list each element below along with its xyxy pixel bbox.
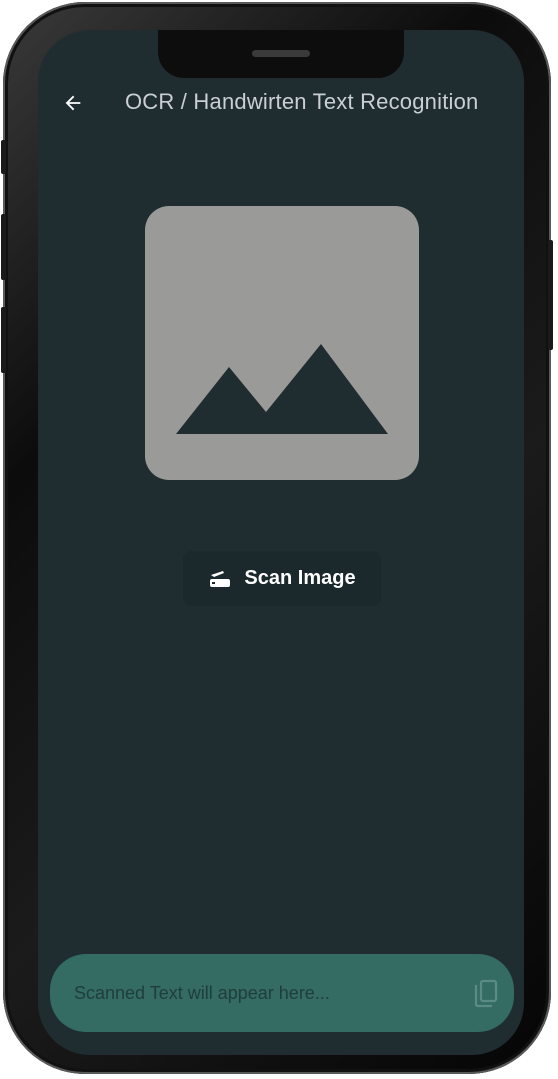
document-scanner-icon — [210, 570, 231, 587]
scan-image-button[interactable]: Scan Image — [183, 551, 381, 606]
copy-icon — [474, 979, 498, 1008]
copy-button[interactable] — [472, 979, 500, 1009]
notch — [158, 30, 404, 78]
image-preview[interactable] — [145, 206, 419, 480]
app-bar: OCR / Handwirten Text Recognition — [38, 80, 524, 126]
scan-image-label: Scan Image — [244, 567, 356, 589]
side-button-power — [548, 240, 553, 350]
app-screen: OCR / Handwirten Text Recognition Scan I… — [38, 30, 524, 1055]
page-title: OCR / Handwirten Text Recognition — [125, 89, 479, 114]
side-button-volume-up — [1, 214, 6, 280]
scanned-text-panel[interactable]: Scanned Text will appear here... — [50, 954, 514, 1032]
phone-frame: OCR / Handwirten Text Recognition Scan I… — [1, 2, 553, 1074]
side-button-volume-down — [1, 307, 6, 373]
back-button[interactable] — [58, 88, 88, 118]
side-button-mute — [1, 140, 6, 174]
arrow-back-icon — [65, 95, 81, 111]
scanned-text-placeholder: Scanned Text will appear here... — [74, 983, 330, 1003]
image-placeholder-icon — [176, 344, 388, 434]
earpiece-speaker — [252, 50, 310, 57]
